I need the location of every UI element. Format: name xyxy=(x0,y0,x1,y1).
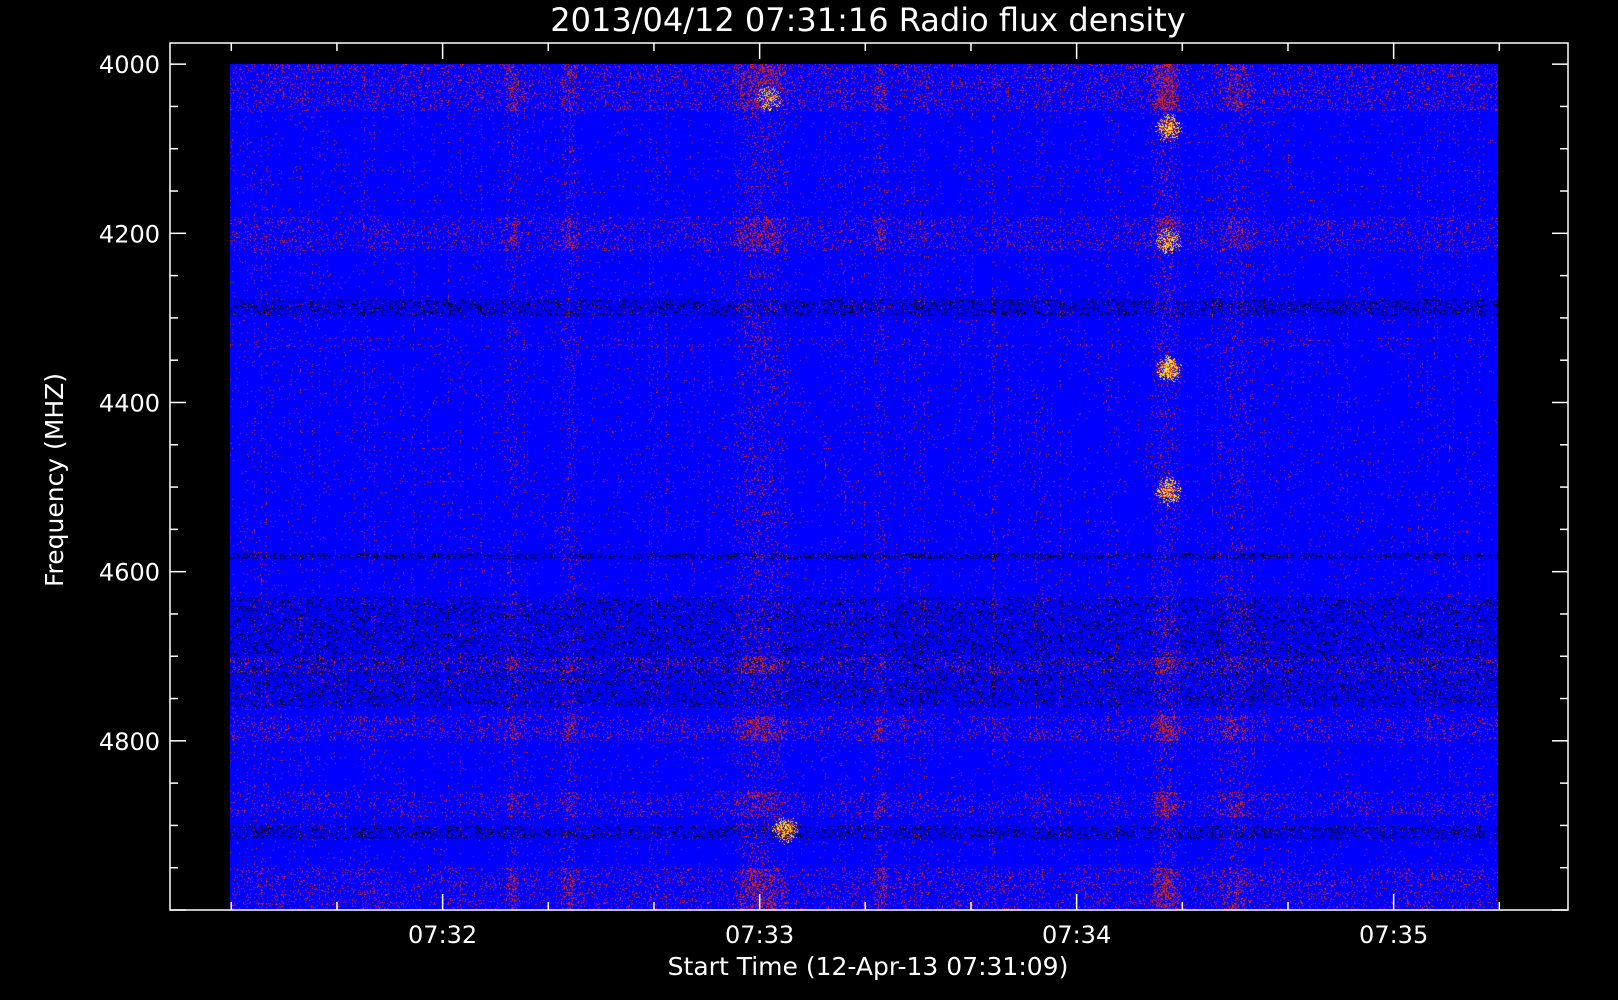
chart-title: 2013/04/12 07:31:16 Radio flux density xyxy=(550,1,1185,39)
y-tick-label: 4800 xyxy=(99,728,160,756)
x-axis-label: Start Time (12-Apr-13 07:31:09) xyxy=(668,952,1069,981)
y-tick-label: 4600 xyxy=(99,559,160,587)
y-tick-label: 4400 xyxy=(99,389,160,417)
heatmap-region xyxy=(230,64,1498,910)
heatmap-canvas xyxy=(230,64,1498,910)
y-axis-label: Frequency (MHZ) xyxy=(40,373,69,587)
x-tick-label: 07:33 xyxy=(725,921,794,949)
plot-background xyxy=(0,0,1,1)
spectrogram-chart: 2013/04/12 07:31:16 Radio flux density 0… xyxy=(0,0,1569,981)
y-tick-label: 4200 xyxy=(99,220,160,248)
y-tick-label: 4000 xyxy=(99,51,160,79)
x-tick-label: 07:35 xyxy=(1359,921,1428,949)
x-tick-label: 07:32 xyxy=(408,921,477,949)
x-tick-label: 07:34 xyxy=(1042,921,1111,949)
